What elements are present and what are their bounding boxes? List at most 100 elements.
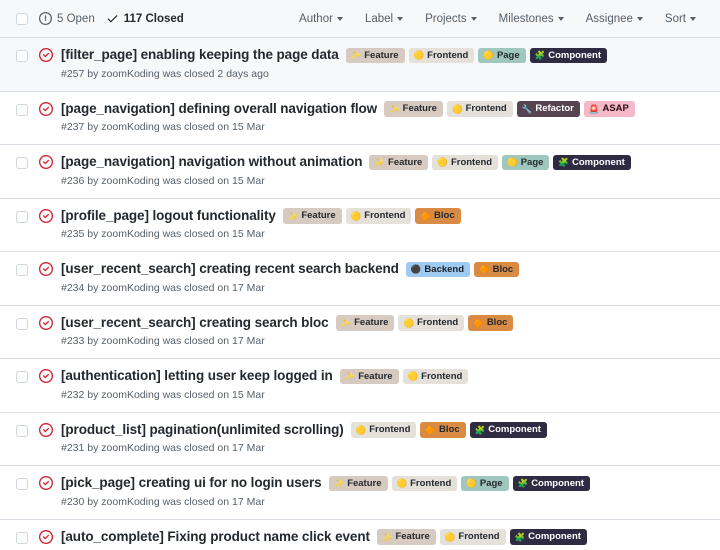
issue-title-link[interactable]: [pick_page] creating ui for no login use… [61,475,322,492]
issue-select-checkbox[interactable] [16,424,28,437]
filter-label[interactable]: Label [365,13,404,25]
issue-label-chip[interactable]: 🟡 Page [502,154,550,171]
issue-label-chip[interactable]: 🔶 Bloc [474,261,520,278]
filter-assignee[interactable]: Assignee [586,13,643,25]
issue-number[interactable]: #233 [61,335,84,347]
issue-number[interactable]: #235 [61,228,84,240]
issue-number[interactable]: #257 [61,68,84,80]
issue-title-link[interactable]: [profile_page] logout functionality [61,208,276,225]
issue-label-chip[interactable]: 🟡 Frontend [446,101,513,117]
issue-select-checkbox[interactable] [16,157,28,170]
issue-number[interactable]: #232 [61,389,84,401]
issue-label-chip[interactable]: 🧩 Component [509,529,587,545]
issue-label-chip[interactable]: 🟡 Frontend [432,154,499,171]
issue-label-chip[interactable]: ✨ Feature [345,47,405,64]
issue-label-chip[interactable]: ✨ Feature [339,368,399,385]
issue-labels: ⚫ Backend 🔶 Bloc [405,261,520,278]
issue-label-chip[interactable]: 🟡 Frontend [350,422,417,438]
issue-closed-not-planned-icon [39,261,53,277]
issue-meta: #231 by zoomKoding was closed on 17 Mar [61,442,706,456]
issue-row[interactable]: [profile_page] logout functionality ✨ Feat… [0,198,720,253]
issue-label-text: Bloc [434,210,455,222]
issue-select-checkbox-cell [16,154,28,170]
issue-label-chip[interactable]: ⚫ Backend [405,261,471,278]
issue-label-text: Frontend [417,317,459,329]
issue-number[interactable]: #230 [61,496,84,508]
issue-label-chip[interactable]: ✨ Feature [282,208,342,224]
issue-label-chip[interactable]: 🔶 Bloc [468,315,514,331]
issue-label-chip[interactable]: 🔶 Bloc [420,422,466,438]
open-issues-filter[interactable]: 5 Open [39,12,95,25]
issue-select-checkbox[interactable] [16,50,28,62]
issue-number[interactable]: #231 [61,442,84,454]
issue-row[interactable]: [filter_page] enabling keeping the page … [0,38,720,92]
issue-label-chip[interactable]: ✨ Feature [335,315,395,331]
issue-label-chip[interactable]: 🟡 Frontend [345,208,412,224]
issues-list: [filter_page] enabling keeping the page … [0,38,720,550]
issue-row[interactable]: [authentication] letting user keep logge… [0,359,720,413]
select-all-checkbox[interactable] [16,12,28,25]
issue-label-chip[interactable]: 🔶 Bloc [415,208,461,224]
issue-label-chip[interactable]: 🟡 Frontend [408,47,475,64]
issue-label-chip[interactable]: 🧩 Component [512,475,590,492]
issue-label-chip[interactable]: 🟡 Frontend [398,315,465,331]
issue-number[interactable]: #236 [61,175,84,187]
issue-label-chip[interactable]: 🔧 Refactor [516,101,580,117]
issue-select-checkbox[interactable] [16,210,28,223]
issue-row[interactable]: [user_recent_search] creating search blo… [0,305,720,360]
label-emoji-icon: 🔶 [473,317,484,328]
issue-title-link[interactable]: [user_recent_search] creating recent sea… [61,261,399,278]
issue-label-chip[interactable]: 🟡 Frontend [439,529,506,545]
filter-sort[interactable]: Sort [665,13,696,25]
issue-select-checkbox[interactable] [16,264,28,277]
issue-title-link[interactable]: [product_list] pagination(unlimited scro… [61,422,344,439]
closed-issues-filter[interactable]: 117 Closed [106,12,184,25]
issue-select-checkbox[interactable] [16,371,28,384]
issue-select-checkbox[interactable] [16,317,28,330]
issue-row[interactable]: [auto_complete] Fixing product name clic… [0,519,720,550]
label-emoji-icon: 🟡 [451,103,463,114]
issue-label-chip[interactable]: 🟡 Frontend [402,368,469,385]
filter-milestones[interactable]: Milestones [499,13,564,25]
issue-content: [user_recent_search] creating recent sea… [61,261,706,296]
issue-row[interactable]: [product_list] pagination(unlimited scro… [0,412,720,467]
issue-label-text: Page [496,49,520,61]
issue-label-chip[interactable]: 🚨 ASAP [583,101,635,117]
issue-select-checkbox[interactable] [16,531,28,544]
issue-select-checkbox[interactable] [16,103,28,116]
label-emoji-icon: ✨ [374,157,386,168]
issue-label-chip[interactable]: ✨ Feature [376,529,436,545]
issue-meta: #237 by zoomKoding was closed on 15 Mar [61,121,706,135]
issue-select-checkbox[interactable] [16,478,28,491]
issues-list-app: 5 Open 117 Closed Author Label Projects … [0,0,720,550]
issue-row[interactable]: [page_navigation] navigation without ani… [0,145,720,199]
issue-title-link[interactable]: [auto_complete] Fixing product name clic… [61,529,370,546]
issue-label-chip[interactable]: 🧩 Component [469,422,547,438]
issue-row[interactable]: [page_navigation] defining overall navig… [0,91,720,146]
issue-select-checkbox-cell [16,368,28,384]
issue-label-chip[interactable]: ✨ Feature [328,475,388,492]
issue-closed-not-planned-icon [39,154,53,170]
issue-title-link[interactable]: [user_recent_search] creating search blo… [61,315,329,332]
issue-label-chip[interactable]: 🧩 Component [553,154,631,171]
issue-label-chip[interactable]: ✨ Feature [384,101,443,117]
filter-author[interactable]: Author [299,13,343,25]
issue-label-chip[interactable]: 🟡 Page [478,47,526,64]
issue-title-link[interactable]: [page_navigation] navigation without ani… [61,154,363,171]
issue-title-link[interactable]: [filter_page] enabling keeping the page … [61,47,339,64]
issue-row[interactable]: [user_recent_search] creating recent sea… [0,252,720,306]
issue-label-chip[interactable]: 🟡 Frontend [391,475,458,492]
issue-label-chip[interactable]: 🧩 Component [529,47,608,64]
issue-title-link[interactable]: [page_navigation] defining overall navig… [61,101,377,118]
filter-projects-label: Projects [425,12,467,25]
issue-number[interactable]: #234 [61,282,84,294]
issue-row[interactable]: [pick_page] creating ui for no login use… [0,466,720,520]
issue-number[interactable]: #237 [61,121,84,133]
issue-label-chip[interactable]: ✨ Feature [369,154,429,171]
issue-title-link[interactable]: [authentication] letting user keep logge… [61,368,333,385]
filter-projects[interactable]: Projects [425,13,477,25]
label-emoji-icon: 🟡 [350,210,362,221]
issue-label-text: Feature [395,531,430,543]
issue-label-chip[interactable]: 🟡 Page [461,475,509,492]
issue-label-text: Frontend [421,370,463,382]
